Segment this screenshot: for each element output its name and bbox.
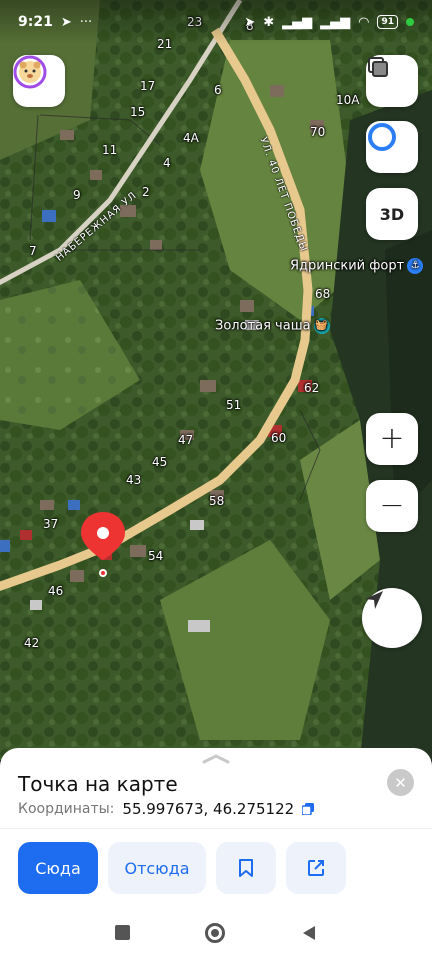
close-sheet-button[interactable]: ✕ bbox=[387, 769, 414, 796]
house-number: 42 bbox=[24, 636, 40, 650]
wifi-icon: ◠ bbox=[358, 14, 370, 30]
basket-icon: 🧺 bbox=[313, 318, 330, 334]
coordinates-label: Координаты: bbox=[18, 801, 115, 817]
privacy-indicator-icon bbox=[406, 18, 414, 26]
profile-avatar-button[interactable] bbox=[13, 55, 65, 107]
back-button[interactable] bbox=[300, 924, 318, 942]
sheet-title: Точка на карте bbox=[18, 772, 178, 796]
map-view[interactable]: 23 21 8 17 6 10А 15 70 4А 11 4 9 2 7 68 … bbox=[0, 0, 432, 760]
bookmark-icon bbox=[239, 859, 253, 877]
layers-icon bbox=[368, 57, 388, 77]
house-number: 7 bbox=[29, 244, 37, 258]
layers-button[interactable] bbox=[366, 55, 418, 107]
house-number: 43 bbox=[126, 473, 142, 487]
house-number: 6 bbox=[214, 83, 222, 97]
bluetooth-icon: ✱ bbox=[263, 14, 275, 30]
alice-icon bbox=[368, 123, 396, 151]
house-number: 58 bbox=[209, 494, 225, 508]
house-number: 10А bbox=[336, 93, 360, 107]
alice-assistant-button[interactable] bbox=[366, 121, 418, 173]
house-number: 47 bbox=[178, 433, 194, 447]
bookmark-button[interactable] bbox=[216, 842, 276, 894]
poi-fort-label: Ядринский форт bbox=[290, 258, 405, 274]
sheet-handle-icon[interactable] bbox=[202, 754, 230, 764]
signal-icon: ▂▄▆ bbox=[320, 14, 351, 30]
status-bar: 9:21 ➤ ··· ➤ ✱ ▂▄▆ ▂▄▆ ◠ 91 bbox=[0, 0, 432, 44]
house-number: 45 bbox=[152, 455, 168, 469]
house-number: 70 bbox=[310, 125, 326, 139]
coordinates-row: Координаты: 55.997673, 46.275122 bbox=[18, 800, 315, 818]
poi-chasha[interactable]: Золотая чаша 🧺 bbox=[215, 318, 330, 334]
route-from-button[interactable]: Отсюда bbox=[108, 842, 206, 894]
house-number: 54 bbox=[148, 549, 164, 563]
house-number: 37 bbox=[43, 517, 59, 531]
house-number: 4А bbox=[183, 131, 199, 145]
system-nav-bar bbox=[0, 905, 432, 960]
battery-icon: 91 bbox=[377, 15, 398, 29]
my-location-button[interactable] bbox=[362, 588, 422, 648]
home-button[interactable] bbox=[204, 922, 225, 943]
house-number: 15 bbox=[130, 105, 146, 119]
zoom-out-button[interactable]: − bbox=[366, 480, 418, 532]
navigation-arrow-icon bbox=[365, 591, 383, 609]
share-button[interactable] bbox=[286, 842, 346, 894]
status-time: 9:21 bbox=[18, 14, 53, 30]
house-number: 46 bbox=[48, 584, 64, 598]
house-number: 68 bbox=[315, 287, 331, 301]
telegram-icon: ➤ bbox=[60, 14, 72, 30]
close-icon: ✕ bbox=[394, 773, 407, 792]
recents-button[interactable] bbox=[114, 925, 130, 940]
signal-icon: ▂▄▆ bbox=[282, 14, 313, 30]
poi-chasha-label: Золотая чаша bbox=[215, 318, 311, 334]
screen: 23 21 8 17 6 10А 15 70 4А 11 4 9 2 7 68 … bbox=[0, 0, 432, 960]
3d-toggle-button[interactable]: 3D bbox=[366, 188, 418, 240]
house-number: 9 bbox=[73, 188, 81, 202]
house-number: 2 bbox=[142, 185, 150, 199]
location-pin[interactable] bbox=[78, 510, 128, 580]
zoom-in-button[interactable]: + bbox=[366, 413, 418, 465]
location-icon: ➤ bbox=[244, 14, 256, 30]
satellite-imagery bbox=[0, 0, 432, 760]
divider bbox=[0, 828, 432, 829]
house-number: 17 bbox=[140, 79, 156, 93]
pin-marker-icon bbox=[81, 512, 125, 577]
poi-fort[interactable]: Ядринский форт ⚓ bbox=[290, 258, 424, 274]
house-number: 11 bbox=[102, 143, 118, 157]
house-number: 51 bbox=[226, 398, 242, 412]
bear-avatar-icon bbox=[13, 55, 47, 89]
route-here-button[interactable]: Сюда bbox=[18, 842, 98, 894]
anchor-icon: ⚓ bbox=[407, 258, 424, 274]
house-number: 60 bbox=[271, 431, 287, 445]
share-icon bbox=[308, 860, 324, 876]
house-number: 4 bbox=[163, 156, 171, 170]
more-dots-icon: ··· bbox=[79, 14, 93, 30]
copy-icon[interactable] bbox=[302, 803, 315, 815]
house-number: 62 bbox=[304, 381, 320, 395]
coordinates-value[interactable]: 55.997673, 46.275122 bbox=[122, 800, 294, 818]
